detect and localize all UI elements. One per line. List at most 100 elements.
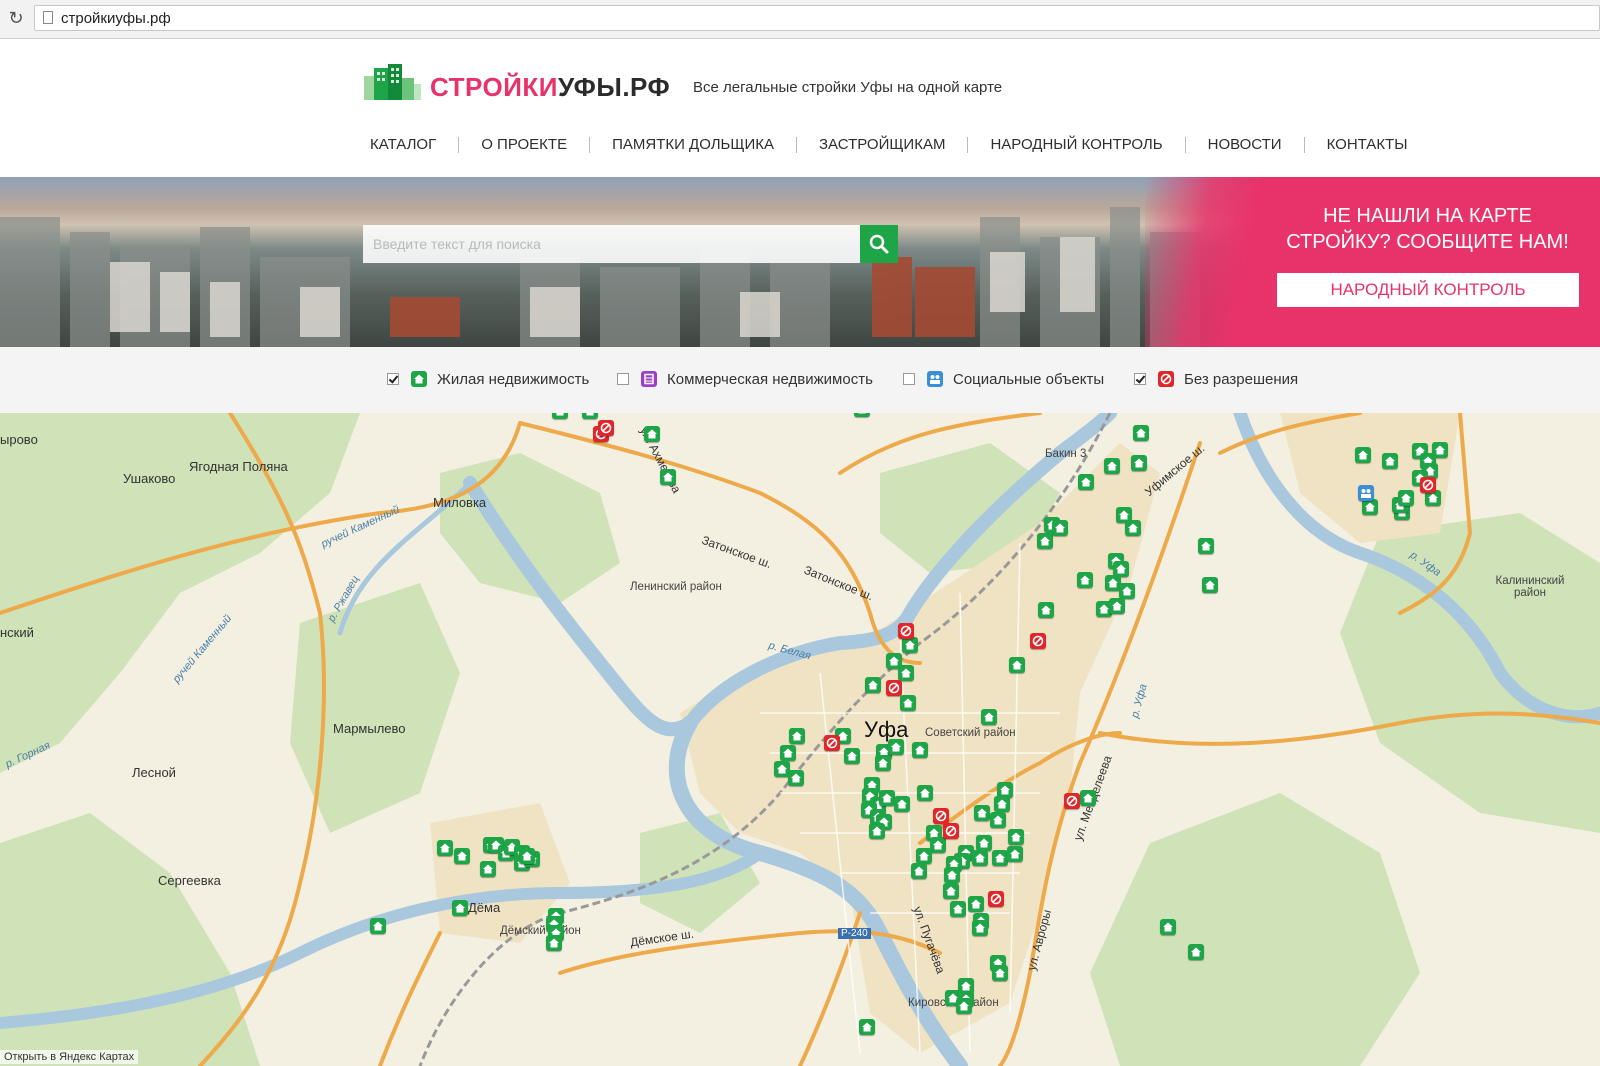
residential-checkbox[interactable] <box>387 373 399 385</box>
residential-marker[interactable] <box>1008 829 1024 845</box>
residential-marker[interactable] <box>888 739 904 755</box>
no-permit-marker[interactable] <box>1420 477 1436 493</box>
residential-marker[interactable] <box>546 935 562 951</box>
nav-memo[interactable]: ПАМЯТКИ ДОЛЬЩИКА <box>589 137 796 153</box>
residential-marker[interactable] <box>1109 598 1125 614</box>
residential-marker[interactable] <box>968 896 984 912</box>
residential-marker[interactable] <box>1007 846 1023 862</box>
filter-no-permit[interactable]: Без разрешения <box>1134 369 1298 389</box>
residential-marker[interactable] <box>1133 425 1149 441</box>
residential-marker[interactable] <box>956 998 972 1014</box>
residential-marker[interactable] <box>992 850 1008 866</box>
residential-marker[interactable] <box>972 850 988 866</box>
residential-marker[interactable] <box>950 901 966 917</box>
residential-marker[interactable] <box>912 742 928 758</box>
residential-marker[interactable] <box>1104 458 1120 474</box>
nav-developers[interactable]: ЗАСТРОЙЩИКАМ <box>796 137 967 153</box>
residential-marker[interactable] <box>1382 453 1398 469</box>
residential-marker[interactable] <box>1362 499 1378 515</box>
residential-marker[interactable] <box>994 796 1010 812</box>
filter-social[interactable]: Социальные объекты <box>903 369 1104 389</box>
residential-marker[interactable] <box>370 918 386 934</box>
residential-marker[interactable] <box>1077 572 1093 588</box>
residential-marker[interactable] <box>480 861 496 877</box>
no-permit-marker[interactable] <box>598 420 614 436</box>
residential-marker[interactable] <box>879 790 895 806</box>
residential-marker[interactable] <box>911 863 927 879</box>
residential-marker[interactable] <box>1038 602 1054 618</box>
construction-map[interactable]: Уфа Миловка Ягодная Поляна Ушаково Мармы… <box>0 413 1600 1066</box>
residential-marker[interactable] <box>976 835 992 851</box>
residential-marker[interactable] <box>944 867 960 883</box>
nav-about[interactable]: О ПРОЕКТЕ <box>458 137 589 153</box>
residential-marker[interactable] <box>990 812 1006 828</box>
residential-marker[interactable] <box>902 637 918 653</box>
residential-marker[interactable] <box>1119 583 1135 599</box>
no-permit-marker[interactable] <box>943 823 959 839</box>
residential-marker[interactable] <box>930 837 946 853</box>
search-button[interactable] <box>860 225 898 263</box>
residential-marker[interactable] <box>943 883 959 899</box>
commercial-checkbox[interactable] <box>617 373 629 385</box>
residential-marker[interactable] <box>552 413 568 419</box>
nav-news[interactable]: НОВОСТИ <box>1184 137 1304 153</box>
residential-marker[interactable] <box>859 1019 875 1035</box>
residential-marker[interactable] <box>844 748 860 764</box>
no-permit-marker[interactable] <box>898 623 914 639</box>
no-permit-marker[interactable] <box>988 891 1004 907</box>
residential-marker[interactable] <box>894 796 910 812</box>
nav-public-control[interactable]: НАРОДНЫЙ КОНТРОЛЬ <box>967 137 1184 153</box>
residential-marker[interactable] <box>452 900 468 916</box>
residential-marker[interactable] <box>865 677 881 693</box>
residential-marker[interactable] <box>875 755 891 771</box>
residential-marker[interactable] <box>992 965 1008 981</box>
public-control-button[interactable]: НАРОДНЫЙ КОНТРОЛЬ <box>1277 273 1579 307</box>
filter-residential[interactable]: Жилая недвижимость <box>387 369 589 389</box>
residential-marker[interactable] <box>1202 577 1218 593</box>
residential-marker[interactable] <box>1080 790 1096 806</box>
residential-marker[interactable] <box>788 770 804 786</box>
filter-commercial[interactable]: Коммерческая недвижимость <box>617 369 873 389</box>
social-marker[interactable] <box>1358 485 1374 501</box>
social-checkbox[interactable] <box>903 373 915 385</box>
residential-marker[interactable] <box>1398 490 1414 506</box>
residential-marker[interactable] <box>519 848 535 864</box>
no-permit-marker[interactable] <box>886 680 902 696</box>
residential-marker[interactable] <box>1131 455 1147 471</box>
address-bar[interactable]: стройкиуфы.рф <box>34 5 1600 31</box>
residential-marker[interactable] <box>437 840 453 856</box>
residential-marker[interactable] <box>660 469 676 485</box>
nav-contacts[interactable]: КОНТАКТЫ <box>1303 137 1430 153</box>
residential-marker[interactable] <box>917 785 933 801</box>
no-permit-checkbox[interactable] <box>1134 373 1146 385</box>
reload-icon[interactable]: ↻ <box>4 7 28 31</box>
residential-marker[interactable] <box>582 413 598 419</box>
residential-marker[interactable] <box>1052 520 1068 536</box>
residential-marker[interactable] <box>900 695 916 711</box>
residential-marker[interactable] <box>974 805 990 821</box>
residential-marker[interactable] <box>1037 533 1053 549</box>
residential-marker[interactable] <box>789 728 805 744</box>
residential-marker[interactable] <box>780 745 796 761</box>
nav-catalog[interactable]: КАТАЛОГ <box>348 137 458 153</box>
residential-marker[interactable] <box>1160 919 1176 935</box>
residential-marker[interactable] <box>1125 520 1141 536</box>
residential-marker[interactable] <box>1198 538 1214 554</box>
residential-marker[interactable] <box>898 665 914 681</box>
no-permit-marker[interactable] <box>824 735 840 751</box>
residential-marker[interactable] <box>869 823 885 839</box>
residential-marker[interactable] <box>454 848 470 864</box>
search-input[interactable] <box>363 225 860 263</box>
residential-marker[interactable] <box>1009 657 1025 673</box>
residential-marker[interactable] <box>1078 474 1094 490</box>
residential-marker[interactable] <box>972 920 988 936</box>
residential-marker[interactable] <box>854 413 870 417</box>
no-permit-marker[interactable] <box>1064 793 1080 809</box>
residential-marker[interactable] <box>1355 447 1371 463</box>
no-permit-marker[interactable] <box>933 808 949 824</box>
residential-marker[interactable] <box>916 848 932 864</box>
no-permit-marker[interactable] <box>1030 633 1046 649</box>
residential-marker[interactable] <box>644 426 660 442</box>
yandex-maps-link[interactable]: Открыть в Яндекс Картах <box>0 1050 139 1064</box>
residential-marker[interactable] <box>981 709 997 725</box>
